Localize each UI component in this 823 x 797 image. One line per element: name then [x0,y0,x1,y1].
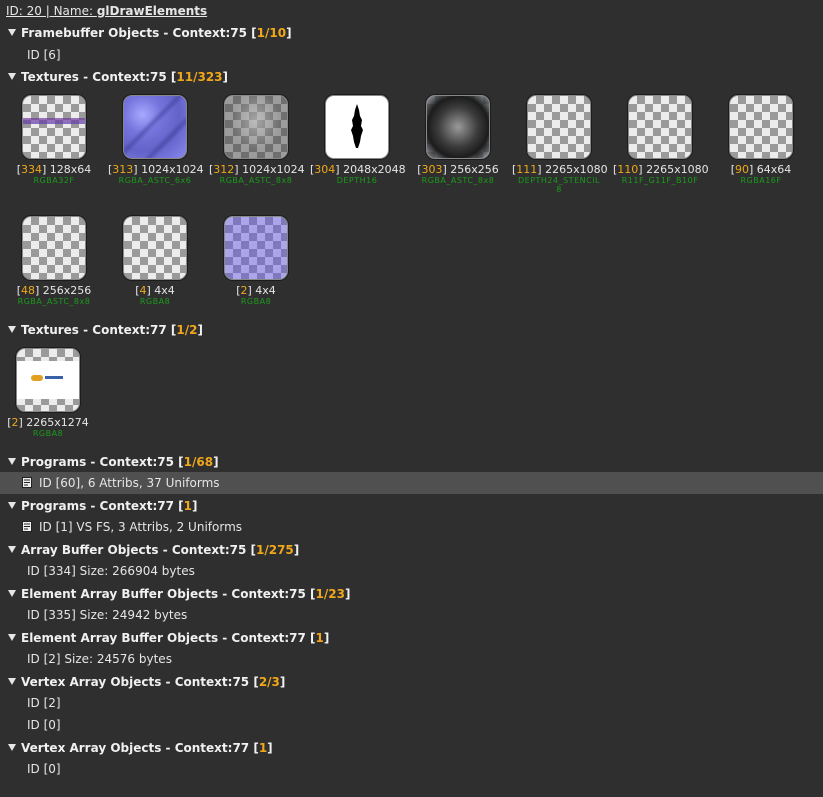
section-textures-77[interactable]: Textures - Context:77 [1/2] [8,321,203,339]
list-item-program-selected[interactable]: ID [60], 6 Attribs, 37 Uniforms [22,474,220,492]
section-programs-77[interactable]: Programs - Context:77 [1] [8,497,198,515]
texture-item[interactable]: [334] 128x64 RGBA32F [7,95,101,185]
texture-item[interactable]: [48] 256x256 RGBA_ASTC_8x8 [7,216,101,306]
expand-triangle-icon[interactable] [8,326,16,333]
call-title: ID: 20 | Name: glDrawElements [6,4,208,18]
texture-format: R11F_G11F_B10F [621,176,699,185]
texture-item[interactable]: [312] 1024x1024 RGBA_ASTC_8x8 [209,95,305,185]
texture-item[interactable]: [2] 4x4 RGBA8 [209,216,303,306]
list-item-program[interactable]: ID [1] VS FS, 3 Attribs, 2 Uniforms [22,518,242,536]
expand-triangle-icon[interactable] [8,678,16,685]
texture-format: RGBA_ASTC_8x8 [421,176,495,185]
expand-triangle-icon[interactable] [8,502,16,509]
texture-item[interactable]: [304] 2048x2048 DEPTH16 [310,95,406,185]
texture-thumbnail[interactable] [22,95,86,159]
program-icon [22,521,32,532]
call-name: glDrawElements [96,4,208,18]
list-item-fbo[interactable]: ID [6] [27,46,61,64]
texture-thumbnail[interactable] [527,95,591,159]
section-element-array-buffer-objects-77[interactable]: Element Array Buffer Objects - Context:7… [8,629,329,647]
texture-format: RGBA_ASTC_8x8 [219,176,293,185]
texture-format: RGBA32F [33,176,75,185]
texture-thumbnail[interactable] [123,95,187,159]
texture-format: RGBA8 [240,297,272,306]
list-item-vertex-array[interactable]: ID [0] [27,760,61,778]
texture-thumbnail[interactable] [224,95,288,159]
texture-thumbnail[interactable] [224,216,288,280]
texture-thumbnail[interactable] [426,95,490,159]
texture-item[interactable]: [303] 256x256 RGBA_ASTC_8x8 [411,95,505,185]
texture-thumbnail[interactable] [16,348,80,412]
expand-triangle-icon[interactable] [8,73,16,80]
list-item-vertex-array[interactable]: ID [0] [27,716,61,734]
expand-triangle-icon[interactable] [8,458,16,465]
texture-format: DEPTH16 [336,176,378,185]
list-item-vertex-array[interactable]: ID [2] [27,694,61,712]
texture-thumbnail[interactable] [729,95,793,159]
depth-silhouette-icon [351,104,363,148]
section-vertex-array-objects-77[interactable]: Vertex Array Objects - Context:77 [1] [8,739,273,757]
list-item-element-array-buffer[interactable]: ID [335] Size: 24942 bytes [27,606,187,624]
texture-format: RGBA8 [32,429,64,438]
section-framebuffer-objects-75[interactable]: Framebuffer Objects - Context:75 [1/10] [8,24,292,42]
expand-triangle-icon[interactable] [8,546,16,553]
section-vertex-array-objects-75[interactable]: Vertex Array Objects - Context:75 [2/3] [8,673,285,691]
texture-item[interactable]: [111] 2265x1080 DEPTH24_STENCIL8 [512,95,608,194]
texture-thumbnail[interactable] [325,95,389,159]
texture-item[interactable]: [313] 1024x1024 RGBA_ASTC_6x6 [108,95,204,185]
expand-triangle-icon[interactable] [8,29,16,36]
texture-thumbnail[interactable] [628,95,692,159]
texture-thumbnail[interactable] [123,216,187,280]
resources-panel: ID: 20 | Name: glDrawElements Framebuffe… [0,0,823,797]
program-icon [22,477,32,488]
texture-format: DEPTH24_STENCIL8 [517,176,601,194]
texture-format: RGBA_ASTC_8x8 [17,297,91,306]
section-element-array-buffer-objects-75[interactable]: Element Array Buffer Objects - Context:7… [8,585,350,603]
texture-format: RGBA8 [139,297,171,306]
expand-triangle-icon[interactable] [8,744,16,751]
expand-triangle-icon[interactable] [8,590,16,597]
texture-item[interactable]: [2] 2265x1274 RGBA8 [1,348,95,438]
section-programs-75[interactable]: Programs - Context:75 [1/68] [8,453,219,471]
expand-triangle-icon[interactable] [8,634,16,641]
texture-item[interactable]: [4] 4x4 RGBA8 [108,216,202,306]
texture-format: RGBA16F [740,176,782,185]
texture-thumbnail[interactable] [22,216,86,280]
list-item-element-array-buffer[interactable]: ID [2] Size: 24576 bytes [27,650,172,668]
logo-icon [31,375,43,381]
texture-format: RGBA_ASTC_6x6 [118,176,192,185]
texture-item[interactable]: [90] 64x64 RGBA16F [714,95,808,185]
list-item-array-buffer[interactable]: ID [334] Size: 266904 bytes [27,562,195,580]
texture-item[interactable]: [110] 2265x1080 R11F_G11F_B10F [613,95,709,185]
section-array-buffer-objects-75[interactable]: Array Buffer Objects - Context:75 [1/275… [8,541,299,559]
section-textures-75[interactable]: Textures - Context:75 [11/323] [8,68,228,86]
